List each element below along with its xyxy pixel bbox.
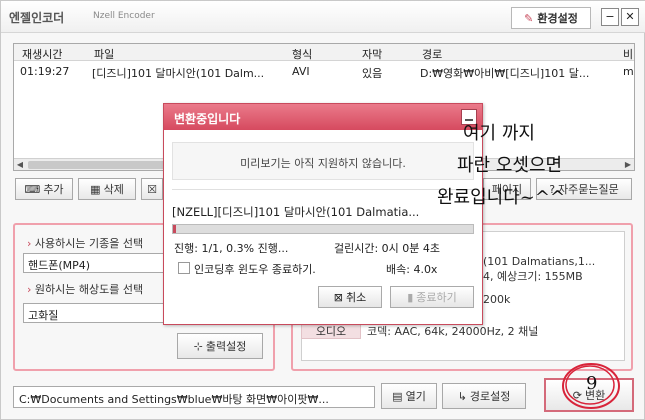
- converting-dialog: 변환중입니다 미리보기는 아직 지원하지 않습니다. [NZELL][디즈니]1…: [163, 103, 483, 325]
- scroll-right-icon[interactable]: ▶: [622, 159, 634, 170]
- encoding-filename: [NZELL][디즈니]101 달마시안(101 Dalmatia...: [172, 205, 420, 219]
- delete-label: 삭제: [103, 183, 124, 196]
- close-button[interactable]: ✕: [621, 8, 639, 26]
- column-subtitle[interactable]: 자막: [362, 46, 382, 62]
- progress-text: 진행: 1/1, 0.3% 진행...: [174, 242, 289, 255]
- path-settings-label: 경로설정: [469, 390, 511, 403]
- row-format: AVI: [292, 65, 310, 78]
- preview-message: 미리보기는 아직 지원하지 않습니다.: [172, 142, 474, 180]
- annotation-line2: 파란 오셋으면: [457, 155, 563, 176]
- title-bar: 엔젤인코더 Nzell Encoder ✎ 환경설정 − ✕: [1, 1, 645, 33]
- column-duration[interactable]: 재생시간: [22, 46, 62, 62]
- row-extra: m: [623, 65, 634, 78]
- annotation-line1: 여기 까지: [463, 123, 535, 144]
- shutdown-label: 인코딩후 윈도우 종료하기.: [194, 263, 316, 276]
- resolution-select[interactable]: 고화질: [23, 303, 173, 323]
- speed-text: 배속: 4.0x: [386, 263, 438, 276]
- app-title: 엔젤인코더: [9, 11, 65, 25]
- output-settings-button[interactable]: ⊹ 출력설정: [177, 333, 263, 359]
- keyboard-icon: ⌨: [24, 182, 41, 196]
- close-icon: ✕: [625, 10, 635, 23]
- column-file[interactable]: 파일: [94, 46, 114, 62]
- settings-button[interactable]: ✎ 환경설정: [511, 7, 591, 29]
- audio-info: 코덱: AAC, 64k, 24000Hz, 2 채널: [367, 325, 539, 338]
- stop-button[interactable]: ▮ 종료하기: [390, 286, 474, 308]
- wrench-icon: ✎: [524, 11, 534, 25]
- elapsed-time: 걸린시간: 0시 0분 4초: [334, 242, 441, 255]
- path-settings-button[interactable]: ↳ 경로설정: [442, 383, 526, 409]
- device-label: › 사용하시는 기종을 선택: [27, 237, 144, 250]
- output-settings-label: 출력설정: [205, 340, 247, 353]
- row-duration: 01:19:27: [20, 65, 70, 78]
- open-button[interactable]: ▤ 열기: [381, 383, 437, 409]
- dialog-title-bar: 변환중입니다: [164, 104, 482, 130]
- shutdown-checkbox[interactable]: [178, 262, 190, 274]
- column-format[interactable]: 형식: [292, 46, 312, 62]
- row-path: D:₩영화₩아비₩[디즈니]101 달...: [420, 67, 590, 80]
- minimize-icon: −: [605, 10, 615, 23]
- row-subtitle: 있음: [362, 67, 383, 80]
- delete-button[interactable]: ▦ 삭제: [78, 178, 136, 200]
- open-label: 열기: [405, 390, 426, 403]
- stop-label: 종료하기: [416, 291, 457, 304]
- output-icon: ⊹: [193, 339, 203, 353]
- progress-bar: [172, 224, 474, 234]
- dialog-title: 변환중입니다: [174, 112, 241, 126]
- device-select[interactable]: 핸드폰(MP4): [23, 253, 173, 273]
- file-list-header: 재생시간 파일 형식 자막 경로 비: [14, 44, 634, 61]
- progress-fill: [173, 225, 176, 233]
- scroll-left-icon[interactable]: ◀: [14, 159, 26, 170]
- bitrate-info: 200k: [483, 293, 511, 306]
- annotation-line3: 완료입니다~^^: [437, 187, 566, 208]
- column-extra[interactable]: 비: [623, 46, 633, 62]
- video-info-line2: 4, 예상크기: 155MB: [483, 270, 583, 283]
- stop-icon: ▮: [407, 290, 414, 304]
- folder-icon: ▤: [392, 389, 403, 403]
- column-path[interactable]: 경로: [422, 46, 442, 62]
- resolution-label: › 원하시는 해상도를 선택: [27, 283, 144, 296]
- add-label: 추가: [43, 183, 64, 196]
- output-path-field[interactable]: C:₩Documents and Settings₩blue₩바탕 화면₩아이팟…: [13, 386, 375, 408]
- table-row[interactable]: 01:19:27 [디즈니]101 달마시안(101 Dalm... AVI 있…: [14, 63, 634, 80]
- main-window: 엔젤인코더 Nzell Encoder ✎ 환경설정 − ✕ 재생시간 파일 형…: [0, 0, 645, 420]
- faq-label: 자주묻는질문: [558, 183, 619, 196]
- app-subtitle: Nzell Encoder: [93, 11, 155, 21]
- video-info-line1: (101 Dalmatians,1...: [483, 255, 596, 268]
- add-button[interactable]: ⌨ 추가: [15, 178, 73, 200]
- path-icon: ↳: [457, 389, 467, 403]
- row-file: [디즈니]101 달마시안(101 Dalm...: [92, 67, 265, 80]
- grid-icon: ▦: [90, 182, 101, 196]
- cancel-label: 취소: [345, 291, 367, 304]
- clear-icon: ☒: [147, 182, 157, 196]
- cancel-icon: ⊠: [333, 290, 343, 304]
- clear-button[interactable]: ☒: [141, 178, 163, 200]
- cancel-button[interactable]: ⊠ 취소: [318, 286, 382, 308]
- annotation-number: 9: [586, 373, 598, 394]
- minimize-button[interactable]: −: [601, 8, 619, 26]
- settings-label: 환경설정: [537, 12, 578, 25]
